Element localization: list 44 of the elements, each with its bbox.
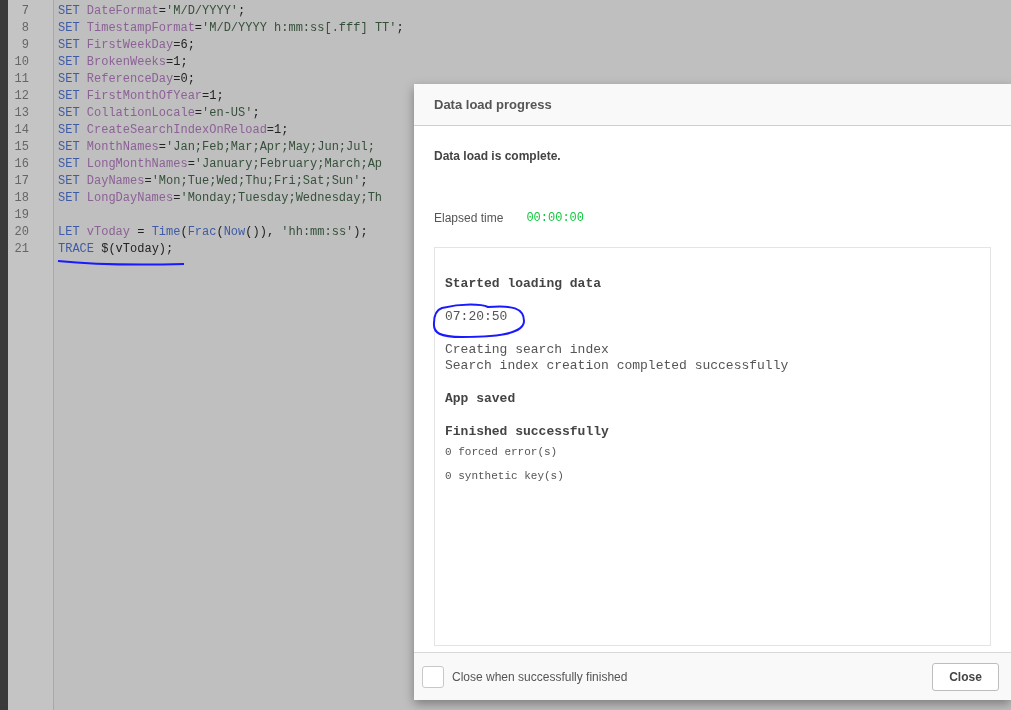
line-number: 19 (13, 207, 30, 224)
log-line: Started loading data (445, 276, 602, 293)
code-line: TRACE $(vToday); (58, 241, 174, 258)
code-line: SET DateFormat='M/D/YYYY'; (58, 3, 246, 20)
elapsed-time: 00:00:00 (526, 210, 584, 228)
line-number: 13 (13, 105, 30, 122)
log-line: 0 synthetic key(s) (445, 469, 564, 485)
close-button[interactable]: Close (932, 662, 999, 691)
code-line: LET vToday = Time(Frac(Now()), 'hh:mm:ss'); (58, 224, 368, 241)
elapsed-label: Elapsed time (434, 210, 504, 228)
line-number: 9 (20, 37, 30, 54)
checkbox-label: Close when successfully finished (452, 668, 628, 686)
line-number: 15 (13, 139, 30, 156)
dialog-title: Data load progress (434, 95, 552, 114)
log-line: 07:20:50 (445, 309, 508, 326)
line-number: 16 (13, 156, 30, 173)
code-line: SET TimestampFormat='M/D/YYYY h:mm:ss[.fff] TT'; (58, 20, 404, 37)
log-line: App saved (445, 391, 516, 408)
line-number: 17 (13, 173, 30, 190)
log-line: Creating search index (445, 342, 609, 359)
code-line: SET CreateSearchIndexOnReload=1; (58, 122, 289, 139)
code-line: SET ReferenceDay=0; (58, 71, 195, 88)
line-number: 8 (20, 20, 30, 37)
code-line: SET LongDayNames='Monday;Tuesday;Wednesday;Th (58, 190, 383, 207)
code-line: SET FirstWeekDay=6; (58, 37, 195, 54)
log-line: Finished successfully (445, 424, 609, 441)
code-line: SET MonthNames='Jan;Feb;Mar;Apr;May;Jun;Jul; (58, 139, 375, 156)
log-line: Search index creation completed successfully (445, 358, 789, 375)
line-number: 7 (20, 3, 30, 20)
close-when-finished-checkbox[interactable] (422, 665, 444, 688)
line-number: 21 (13, 241, 30, 258)
code-line: SET FirstMonthOfYear=1; (58, 88, 224, 105)
line-number: 14 (13, 122, 30, 139)
line-number: 11 (13, 71, 30, 88)
line-number: 12 (13, 88, 30, 105)
code-line: SET LongMonthNames='January;February;March;Ap (58, 156, 383, 173)
line-number: 10 (13, 54, 30, 71)
log-line: 0 forced error(s) (445, 445, 558, 461)
code-line: SET DayNames='Mon;Tue;Wed;Thu;Fri;Sat;Sun'; (58, 173, 368, 190)
code-line: SET BrokenWeeks=1; (58, 54, 188, 71)
line-number: 18 (13, 190, 30, 207)
code-line: SET CollationLocale='en-US'; (58, 105, 260, 122)
status-message: Data load is complete. (434, 148, 562, 166)
line-number: 20 (13, 224, 30, 241)
